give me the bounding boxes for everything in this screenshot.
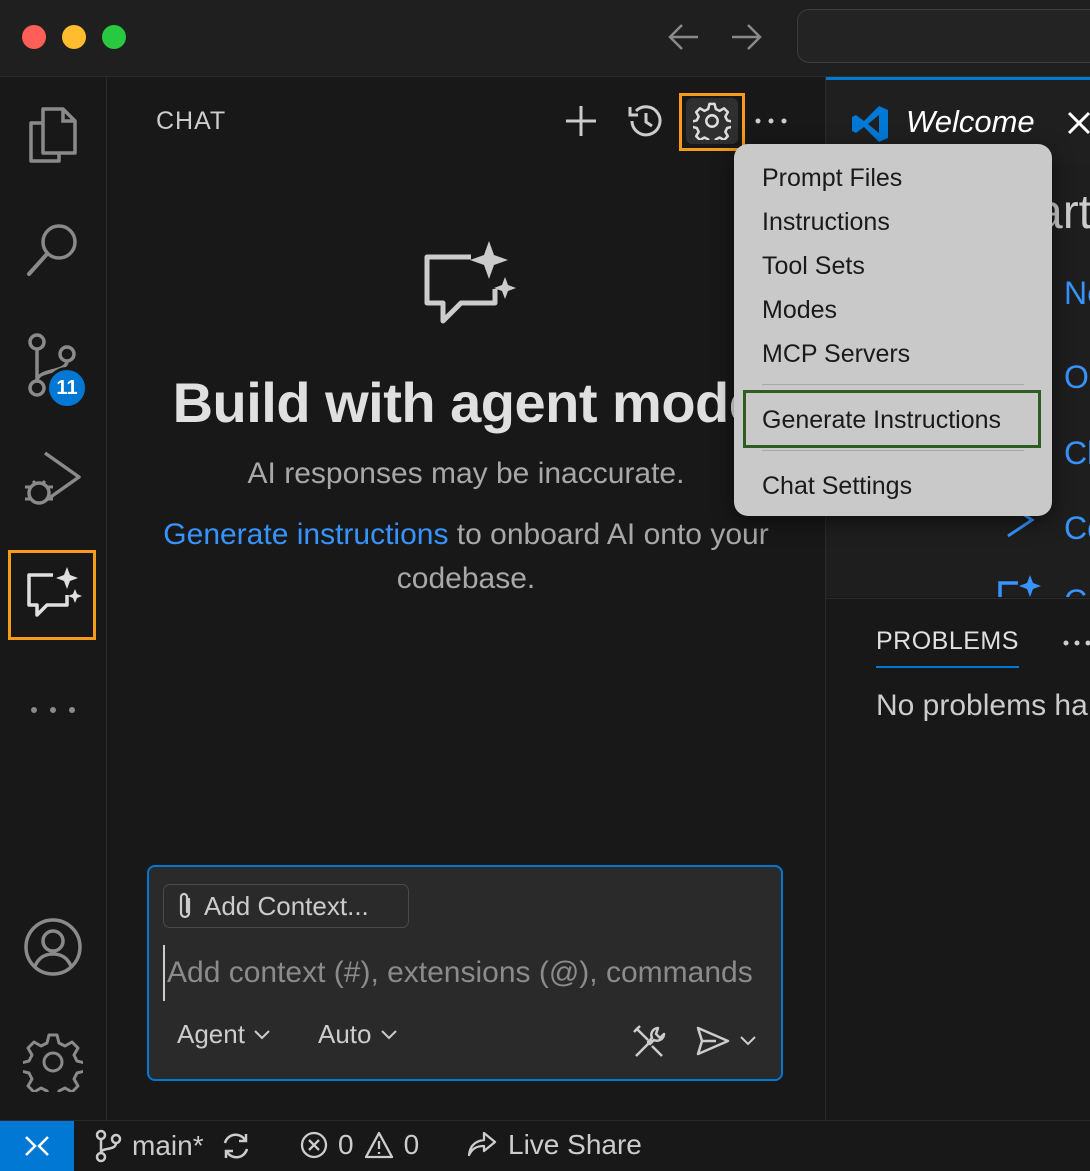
hero-description-text: to onboard AI onto your codebase. bbox=[397, 518, 769, 595]
menu-item-prompt-files[interactable]: Prompt Files bbox=[762, 164, 902, 193]
menu-item-tool-sets[interactable]: Tool Sets bbox=[762, 252, 865, 281]
chat-input[interactable] bbox=[163, 945, 775, 1001]
chat-panel-title: CHAT bbox=[156, 107, 226, 136]
bottom-panel: PROBLEMS No problems ha bbox=[826, 598, 1090, 1121]
live-share-label: Live Share bbox=[508, 1129, 642, 1161]
tab-label: Welcome bbox=[906, 104, 1035, 140]
warning-icon bbox=[364, 1131, 394, 1159]
mode-picker-label: Agent bbox=[177, 1019, 245, 1050]
more-actions-icon[interactable] bbox=[1062, 639, 1090, 647]
explorer-icon[interactable] bbox=[0, 90, 106, 180]
remote-icon bbox=[22, 1131, 52, 1161]
accounts-icon[interactable] bbox=[0, 902, 106, 992]
error-icon bbox=[300, 1131, 328, 1159]
no-problems-message: No problems ha bbox=[876, 689, 1088, 723]
back-arrow-icon[interactable] bbox=[666, 20, 702, 54]
send-icon bbox=[695, 1025, 731, 1057]
menu-separator bbox=[762, 384, 1024, 385]
activity-bar: 11 bbox=[0, 77, 107, 1120]
git-branch-icon bbox=[94, 1129, 122, 1163]
live-share-icon bbox=[466, 1130, 498, 1160]
forward-arrow-icon[interactable] bbox=[728, 20, 764, 54]
remote-indicator-button[interactable] bbox=[0, 1121, 74, 1171]
chat-icon-highlight bbox=[8, 550, 96, 640]
minimize-window-button[interactable] bbox=[62, 25, 86, 49]
command-center[interactable] bbox=[797, 9, 1090, 63]
mode-picker[interactable]: Agent bbox=[177, 1019, 271, 1050]
model-picker-label: Auto bbox=[318, 1019, 372, 1050]
chat-settings-menu: Prompt Files Instructions Tool Sets Mode… bbox=[734, 144, 1052, 516]
welcome-link-open[interactable]: Op bbox=[1064, 359, 1090, 396]
generate-instructions-highlight bbox=[743, 390, 1041, 448]
error-count: 0 bbox=[338, 1129, 354, 1161]
search-icon[interactable] bbox=[0, 205, 106, 295]
hero-description: Generate instructions to onboard AI onto… bbox=[107, 513, 825, 601]
source-control-badge: 11 bbox=[46, 367, 88, 409]
new-chat-plus-icon[interactable] bbox=[555, 97, 607, 145]
chat-sparkle-icon bbox=[996, 575, 1046, 597]
run-and-debug-icon[interactable] bbox=[0, 435, 106, 525]
welcome-link-new[interactable]: Ne bbox=[1064, 275, 1090, 312]
problems-status[interactable]: 0 0 bbox=[300, 1129, 419, 1161]
menu-item-modes[interactable]: Modes bbox=[762, 296, 837, 325]
vscode-logo-icon bbox=[850, 104, 890, 144]
title-bar bbox=[0, 0, 1090, 77]
chevron-down-icon bbox=[380, 1029, 398, 1041]
menu-item-mcp-servers[interactable]: MCP Servers bbox=[762, 340, 910, 369]
model-picker[interactable]: Auto bbox=[318, 1019, 398, 1050]
tools-icon[interactable] bbox=[632, 1024, 668, 1060]
welcome-link-connect[interactable]: Co bbox=[1064, 510, 1090, 547]
welcome-link-chat[interactable]: C bbox=[1064, 583, 1087, 597]
sync-icon[interactable] bbox=[220, 1131, 252, 1161]
hero-subtitle: AI responses may be inaccurate. bbox=[107, 457, 825, 491]
warning-count: 0 bbox=[404, 1129, 420, 1161]
chevron-down-icon bbox=[253, 1029, 271, 1041]
gear-highlight bbox=[679, 93, 745, 151]
branch-status[interactable]: main* bbox=[94, 1129, 252, 1163]
live-share-button[interactable]: Live Share bbox=[466, 1129, 642, 1161]
branch-name: main* bbox=[132, 1130, 204, 1162]
add-context-label: Add Context... bbox=[204, 891, 369, 922]
chat-sparkle-icon bbox=[417, 237, 517, 329]
generate-instructions-link[interactable]: Generate instructions bbox=[163, 518, 448, 551]
manage-gear-icon[interactable] bbox=[0, 1017, 106, 1107]
send-button[interactable] bbox=[695, 1025, 757, 1057]
menu-item-chat-settings[interactable]: Chat Settings bbox=[762, 472, 912, 501]
add-context-button[interactable]: Add Context... bbox=[163, 884, 409, 928]
hero-title: Build with agent mode bbox=[107, 370, 825, 435]
menu-item-instructions[interactable]: Instructions bbox=[762, 208, 890, 237]
paperclip-icon bbox=[176, 891, 194, 921]
maximize-window-button[interactable] bbox=[102, 25, 126, 49]
chevron-down-icon[interactable] bbox=[739, 1035, 757, 1047]
chat-panel: CHAT Build with agent mode AI responses … bbox=[107, 77, 826, 1120]
chat-input-box: Add Context... Agent Auto bbox=[147, 865, 783, 1081]
more-actions-icon[interactable] bbox=[745, 97, 797, 145]
close-window-button[interactable] bbox=[22, 25, 46, 49]
history-icon[interactable] bbox=[619, 97, 671, 145]
menu-separator bbox=[762, 450, 1024, 451]
more-views-icon[interactable] bbox=[0, 665, 106, 755]
tab-problems[interactable]: PROBLEMS bbox=[876, 627, 1019, 668]
welcome-link-clone[interactable]: Cl bbox=[1064, 435, 1090, 472]
close-tab-icon[interactable] bbox=[1066, 110, 1090, 136]
status-bar: main* 0 0 Live Share bbox=[0, 1120, 1090, 1171]
